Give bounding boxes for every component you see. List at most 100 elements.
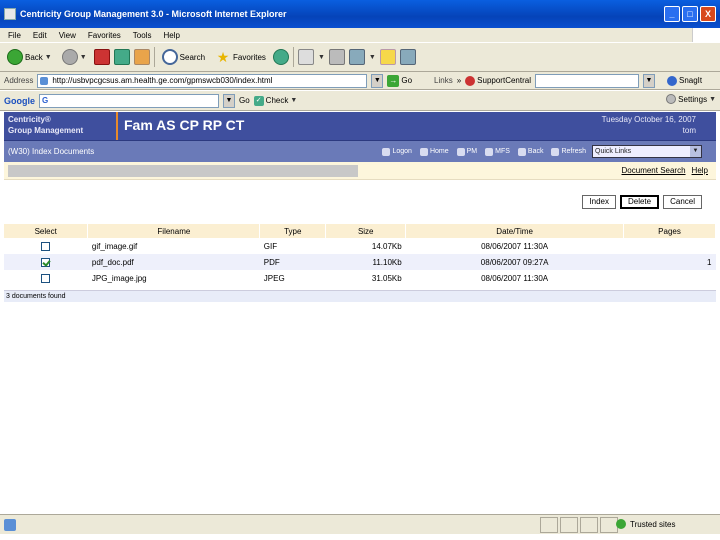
supportcentral-input[interactable] [534, 73, 639, 88]
home-icon [419, 147, 428, 156]
stop-icon[interactable] [93, 49, 110, 65]
pages-cell: 1 [623, 254, 716, 270]
research-icon[interactable] [399, 49, 416, 65]
quick-links-select[interactable]: Quick Links ▼ [592, 145, 702, 158]
menu-tools[interactable]: Tools [133, 31, 152, 40]
home-icon[interactable] [133, 49, 150, 65]
security-zone[interactable]: Trusted sites [616, 519, 676, 529]
trusted-sites-icon [616, 519, 626, 529]
chevron-down-icon[interactable]: ▼ [369, 54, 376, 61]
documents-table: Select Filename Type Size Date/Time Page… [4, 224, 716, 286]
col-select[interactable]: Select [4, 224, 89, 238]
table-row[interactable]: JPG_image.jpg JPEG 31.05Kb 08/06/2007 11… [4, 270, 716, 286]
supportcentral-dropdown[interactable]: ▼ [642, 73, 655, 88]
status-panel [540, 517, 558, 533]
nav-back[interactable]: Back [517, 147, 543, 156]
star-icon: ★ [216, 49, 230, 65]
cancel-button[interactable]: Cancel [663, 195, 702, 209]
print-icon[interactable] [328, 49, 345, 65]
history-icon[interactable] [272, 49, 289, 65]
chevron-down-icon[interactable]: ▼ [318, 54, 325, 61]
links-more[interactable]: » [457, 76, 461, 85]
nav-pm[interactable]: PM [456, 147, 477, 156]
chevron-down-icon[interactable]: ▼ [690, 146, 701, 157]
google-toolbar: Google ▼ Go ✓ Check ▼ Settings ▼ [0, 91, 720, 111]
toolbar-divider [153, 47, 155, 67]
nav-logon[interactable]: Logon [382, 147, 412, 156]
type-cell: GIF [259, 238, 326, 254]
note-icon[interactable] [379, 49, 396, 65]
google-search-input[interactable] [39, 93, 219, 108]
datetime-cell: 08/06/2007 11:30A [405, 238, 624, 254]
nav-refresh[interactable]: Refresh [551, 147, 586, 156]
address-label: Address [4, 76, 34, 85]
go-button[interactable]: → Go [387, 74, 412, 87]
select-checkbox[interactable] [41, 241, 51, 251]
chevron-down-icon[interactable]: ▼ [80, 54, 87, 61]
menu-file[interactable]: File [8, 31, 21, 40]
index-button[interactable]: Index [582, 195, 616, 209]
status-panel [560, 517, 578, 533]
delete-button[interactable]: Delete [619, 195, 660, 209]
chevron-down-icon[interactable]: ▼ [45, 54, 52, 61]
help-link[interactable]: Help [692, 166, 708, 175]
refresh-icon[interactable] [113, 49, 130, 65]
menu-view[interactable]: View [59, 31, 76, 40]
current-date: Tuesday October 16, 2007 [601, 115, 696, 124]
col-size[interactable]: Size [325, 224, 407, 238]
size-cell: 14.07Kb [325, 238, 406, 254]
chevron-down-icon[interactable]: ▼ [290, 97, 297, 104]
menu-help[interactable]: Help [163, 31, 179, 40]
google-settings-button[interactable]: Settings ▼ [666, 94, 716, 104]
minimize-button[interactable]: _ [664, 6, 680, 22]
maximize-button[interactable]: □ [682, 6, 698, 22]
datetime-cell: 08/06/2007 11:30A [405, 270, 624, 286]
google-check-button[interactable]: ✓ Check ▼ [253, 95, 297, 106]
mfs-icon [485, 147, 494, 156]
select-checkbox[interactable] [41, 273, 51, 283]
pages-cell [623, 270, 716, 286]
windows-logo-icon [692, 28, 720, 42]
document-search-link[interactable]: Document Search [622, 166, 686, 175]
google-dropdown[interactable]: ▼ [223, 93, 235, 108]
snagit-button[interactable]: SnagIt [666, 75, 702, 86]
chevron-down-icon: ▼ [709, 95, 716, 103]
filename-cell: gif_image.gif [87, 238, 260, 254]
col-type[interactable]: Type [259, 224, 327, 238]
nav-mfs[interactable]: MFS [485, 147, 510, 156]
favorites-button[interactable]: ★ Favorites [212, 46, 269, 68]
links-label[interactable]: Links [434, 76, 453, 85]
col-filename[interactable]: Filename [87, 224, 261, 238]
col-pages[interactable]: Pages [623, 224, 716, 238]
brand: Centricity® Group Management [8, 114, 83, 136]
nav-home[interactable]: Home [419, 147, 449, 156]
menu-favorites[interactable]: Favorites [88, 31, 121, 40]
edit-icon[interactable] [348, 49, 365, 65]
check-icon: ✓ [253, 95, 264, 106]
back-icon [517, 147, 526, 156]
address-dropdown-button[interactable]: ▼ [371, 73, 384, 88]
search-button[interactable]: Search [159, 46, 208, 68]
back-button[interactable]: Back ▼ [4, 46, 55, 68]
menu-edit[interactable]: Edit [33, 31, 47, 40]
filename-cell: JPG_image.jpg [87, 270, 260, 286]
snagit-icon [666, 75, 677, 86]
close-button[interactable]: X [700, 6, 716, 22]
mail-icon[interactable] [297, 49, 314, 65]
forward-arrow-icon [61, 49, 78, 65]
window-title: Centricity Group Management 3.0 - Micros… [20, 9, 287, 19]
menu-bar: File Edit View Favorites Tools Help [0, 28, 720, 42]
current-user: tom [682, 126, 696, 135]
nav-mfs-label: MFS [495, 148, 510, 155]
filename-cell: pdf_doc.pdf [87, 254, 260, 270]
supportcentral-link[interactable]: SupportCentral [465, 75, 531, 86]
forward-button[interactable]: ▼ [59, 46, 90, 68]
security-zone-label: Trusted sites [630, 519, 676, 529]
refresh-icon [551, 147, 560, 156]
table-row[interactable]: pdf_doc.pdf PDF 11.10Kb 08/06/2007 09:27… [4, 254, 716, 270]
google-go-button[interactable]: Go [239, 96, 250, 105]
address-input[interactable]: http://usbvpcgcsus.am.health.ge.com/gpms… [37, 73, 368, 88]
col-datetime[interactable]: Date/Time [405, 224, 625, 238]
table-row[interactable]: gif_image.gif GIF 14.07Kb 08/06/2007 11:… [4, 238, 716, 254]
select-checkbox[interactable] [41, 257, 51, 267]
